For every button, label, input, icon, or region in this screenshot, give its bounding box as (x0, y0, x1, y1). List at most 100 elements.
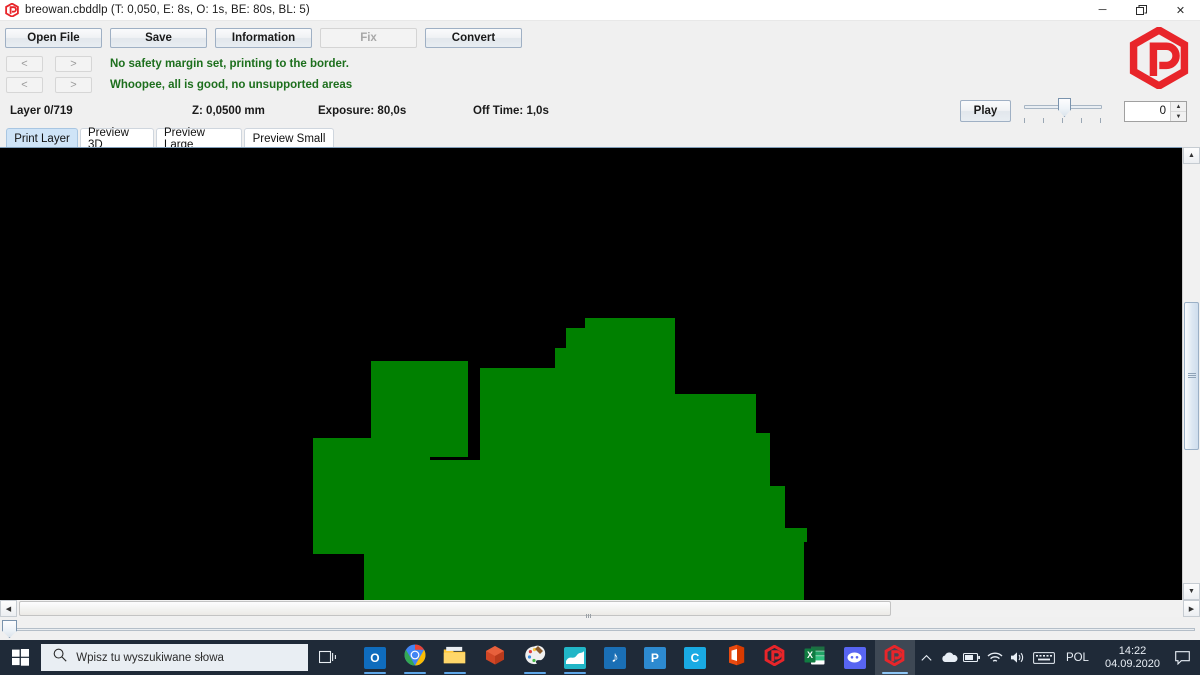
volume-icon (1011, 652, 1024, 663)
taskbar-app-office[interactable] (715, 640, 755, 675)
play-button[interactable]: Play (960, 100, 1011, 122)
taskbar-app-uvtools[interactable] (755, 640, 795, 675)
support-prev-button[interactable]: < (6, 77, 43, 93)
notifications-button[interactable] (1168, 640, 1196, 675)
svg-text:X: X (807, 650, 813, 660)
layer-preview-canvas[interactable] (0, 147, 1200, 601)
search-placeholder-text: Wpisz tu wyszukiwane słowa (76, 651, 224, 664)
battery-tray-button[interactable] (961, 640, 984, 675)
volume-tray-button[interactable] (1007, 640, 1030, 675)
issue-next-button[interactable]: > (55, 56, 92, 72)
keyboard-icon (1033, 651, 1055, 664)
taskbar-app-excel[interactable]: X (795, 640, 835, 675)
scroll-right-button[interactable]: ▶ (1183, 600, 1200, 617)
taskbar-app-prusaslicer[interactable]: P (635, 640, 675, 675)
layer-speed-slider[interactable] (1022, 96, 1104, 126)
discord-icon (843, 646, 866, 669)
start-button[interactable] (0, 640, 41, 675)
save-button[interactable]: Save (110, 28, 207, 48)
taskbar-app-paint-3d[interactable] (515, 640, 555, 675)
folder-icon (443, 646, 466, 670)
search-input[interactable]: Wpisz tu wyszukiwane słowa (41, 644, 308, 671)
scroll-down-button[interactable]: ▼ (1183, 583, 1200, 600)
scroll-left-button[interactable]: ◀ (0, 600, 17, 617)
clock-time: 14:22 (1118, 644, 1147, 657)
windows-taskbar: Wpisz tu wyszukiwane słowa O ♪ P C X POL… (0, 640, 1200, 675)
convert-button[interactable]: Convert (425, 28, 522, 48)
keyboard-tray-button[interactable] (1030, 640, 1058, 675)
show-hidden-icons-button[interactable] (915, 640, 938, 675)
canvas-vertical-scrollbar[interactable]: ▲ ▼ (1182, 147, 1200, 600)
taskbar-app-file-explorer[interactable] (435, 640, 475, 675)
running-indicator (403, 672, 426, 674)
layer-navigation-slider[interactable] (0, 618, 1200, 640)
clock-date: 04.09.2020 (1104, 657, 1161, 670)
paint-palette-icon (524, 644, 546, 671)
maximize-restore-button[interactable] (1122, 0, 1161, 21)
running-indicator (443, 672, 466, 674)
outlook-icon: O (363, 646, 386, 669)
battery-icon (963, 652, 981, 663)
layer-number-value[interactable]: 0 (1125, 102, 1170, 121)
slider-thumb[interactable] (1058, 98, 1071, 117)
chevron-up-icon (921, 654, 932, 661)
tab-preview-3d[interactable]: Preview 3D (80, 127, 154, 151)
running-indicator (363, 672, 386, 674)
3d-cube-icon (484, 644, 506, 671)
layer-info-row: Layer 0/719 Z: 0,0500 mm Exposure: 80,0s… (0, 100, 1200, 126)
clock[interactable]: 14:22 04.09.2020 (1097, 645, 1168, 671)
taskbar-app-chitubox[interactable]: C (675, 640, 715, 675)
minimize-button[interactable]: ─ (1083, 0, 1122, 21)
uvtools-window: breowan.cbddlp (T: 0,050, E: 8s, O: 1s, … (0, 0, 1200, 675)
scroll-grip-icon (586, 607, 594, 620)
tab-preview-large[interactable]: Preview Large (156, 127, 242, 151)
stepper-down-icon[interactable]: ▼ (1171, 112, 1186, 121)
uvtools-logo-icon (2, 0, 22, 21)
canvas-horizontal-scrollbar[interactable]: ◀ ▶ (0, 600, 1200, 620)
open-file-button[interactable]: Open File (5, 28, 102, 48)
taskbar-app-groove-music[interactable]: ♪ (595, 640, 635, 675)
chitubox-icon: C (683, 646, 706, 669)
tab-print-layer[interactable]: Print Layer (6, 128, 78, 148)
restore-icon (1136, 4, 1147, 15)
layer-exposure: Exposure: 80,0s (318, 105, 407, 117)
taskbar-app-discord[interactable] (835, 640, 875, 675)
taskbar-app-3d-viewer[interactable] (475, 640, 515, 675)
vertical-scroll-thumb[interactable] (1184, 302, 1199, 450)
stepper-arrows[interactable]: ▲ ▼ (1170, 102, 1186, 121)
layer-counter: Layer 0/719 (10, 105, 73, 117)
layer-cross-section (0, 148, 1178, 601)
fix-button: Fix (320, 28, 417, 48)
scroll-grip-icon (1188, 373, 1196, 378)
horizontal-scroll-thumb[interactable] (19, 601, 891, 620)
slider-ticks (1024, 118, 1102, 124)
wifi-tray-button[interactable] (984, 640, 1007, 675)
running-indicator (563, 672, 586, 674)
task-view-button[interactable] (308, 640, 349, 675)
taskbar-app-photos[interactable] (555, 640, 595, 675)
layer-number-stepper[interactable]: 0 ▲ ▼ (1124, 101, 1187, 122)
music-note-icon: ♪ (603, 646, 626, 669)
tab-strip: Print Layer Preview 3D Preview Large Pre… (0, 127, 1200, 151)
support-next-button[interactable]: > (55, 77, 92, 93)
taskbar-app-buttons: O ♪ P C X (355, 640, 915, 675)
scroll-up-button[interactable]: ▲ (1183, 147, 1200, 164)
uvtools-icon (884, 644, 905, 671)
onedrive-tray-button[interactable] (938, 640, 961, 675)
language-indicator[interactable]: POL (1058, 652, 1097, 664)
office-icon (725, 644, 745, 671)
taskbar-app-uvtools-active[interactable] (874, 640, 915, 675)
taskbar-app-chrome[interactable] (395, 640, 435, 675)
close-button[interactable]: ✕ (1161, 0, 1200, 21)
information-button[interactable]: Information (215, 28, 312, 48)
active-indicator (881, 672, 908, 674)
layer-slider-thumb[interactable] (2, 620, 17, 638)
search-icon (53, 648, 67, 667)
layer-z-height: Z: 0,0500 mm (192, 105, 265, 117)
system-tray: POL 14:22 04.09.2020 (915, 640, 1200, 675)
layer-slider-rail (5, 628, 1195, 631)
taskbar-app-outlook[interactable]: O (355, 640, 395, 675)
stepper-up-icon[interactable]: ▲ (1171, 102, 1186, 112)
issue-prev-button[interactable]: < (6, 56, 43, 72)
tab-preview-small[interactable]: Preview Small (244, 128, 334, 148)
